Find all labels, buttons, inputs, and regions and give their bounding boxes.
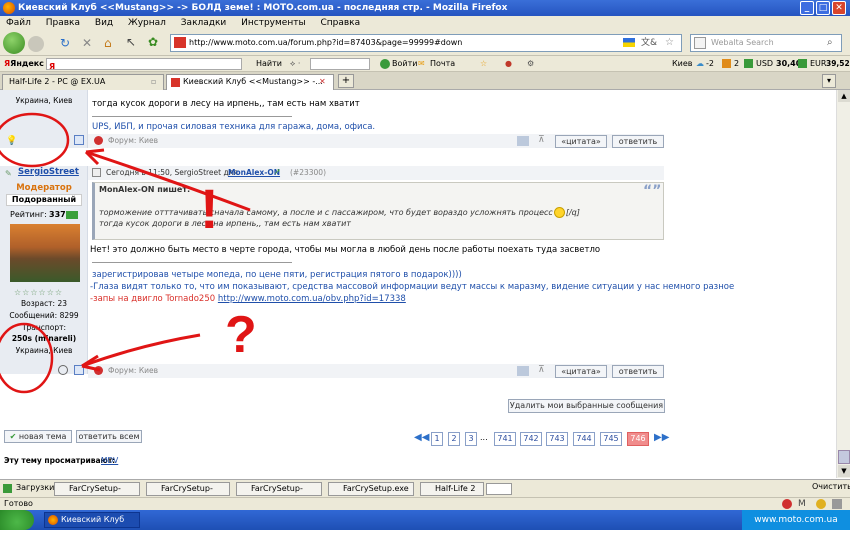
eur-rate: 39,52 bbox=[826, 59, 850, 68]
yandex-toolbar: ЯЯндекс Я Найти ⟡ · Войти ✉ Почта ☆ ● ⚙ … bbox=[0, 56, 850, 72]
downloads-bar: Загрузки FarCrySetup-1.bin FarCrySetup-3… bbox=[0, 479, 850, 505]
forecast-icon bbox=[722, 59, 731, 68]
mail-button[interactable]: Почта bbox=[430, 56, 455, 72]
usd-label: USD bbox=[756, 59, 774, 68]
taskbar: Киевский Клуб <<M... www.moto.com.ua bbox=[0, 510, 850, 538]
login-icon bbox=[380, 59, 390, 69]
navigation-toolbar: ↻ ✕ ⌂ ↖ ✿ http://www.moto.com.ua/forum.p… bbox=[0, 30, 850, 56]
page-content: Украина, Киев тогда кусок дороги в лесу … bbox=[0, 90, 836, 478]
url-text: http://www.moto.com.ua/forum.php?id=8740… bbox=[189, 38, 463, 47]
menu-history[interactable]: Журнал bbox=[128, 18, 166, 28]
temperature: -2 bbox=[706, 59, 714, 68]
start-button[interactable] bbox=[0, 510, 34, 530]
adblock-icon[interactable] bbox=[782, 499, 792, 509]
menu-help[interactable]: Справка bbox=[320, 18, 360, 28]
annotation-question: ? bbox=[225, 306, 257, 364]
status-text: Готово bbox=[4, 499, 33, 508]
login-button[interactable]: Войти bbox=[392, 56, 417, 72]
new-tab-button[interactable]: + bbox=[338, 74, 354, 88]
system-tray: www.moto.com.ua bbox=[742, 510, 850, 530]
download-item-3[interactable]: FarCrySetup-4.bin bbox=[236, 482, 322, 505]
download-item-5[interactable]: Half-Life 2 Set... bbox=[420, 482, 484, 505]
translate-icon[interactable]: 文& bbox=[641, 35, 657, 51]
settings-gear-icon[interactable]: ⚙ bbox=[527, 56, 534, 72]
yandex-tool-icon[interactable]: ⟡ · bbox=[290, 56, 300, 72]
annotation-circle-top bbox=[0, 112, 70, 168]
yandex-suggest-input[interactable] bbox=[310, 58, 370, 70]
tab-bar: Half-Life 2 - PC @ EX.UA ▫ Киевский Клуб… bbox=[0, 72, 850, 90]
vertical-scrollbar[interactable]: ▲ ▼ bbox=[836, 90, 850, 478]
menu-tools[interactable]: Инструменты bbox=[241, 18, 305, 28]
download-item-1[interactable]: FarCrySetup-1.bin bbox=[54, 482, 140, 505]
search-input[interactable]: Webalta Search ⌕ bbox=[690, 34, 842, 52]
usd-icon bbox=[744, 59, 753, 68]
download-progress bbox=[486, 483, 512, 495]
reload-icon[interactable]: ↻ bbox=[60, 36, 70, 50]
menu-file[interactable]: Файл bbox=[6, 18, 31, 28]
search-placeholder: Webalta Search bbox=[711, 38, 774, 47]
window-titlebar: Киевский Клуб <<Mustang>> -> БОЛД земе! … bbox=[0, 0, 850, 16]
search-icon[interactable]: ⌕ bbox=[827, 35, 833, 51]
downloads-clear-button[interactable]: Очистить bbox=[812, 482, 850, 491]
bookmark-star-icon[interactable]: ☆ bbox=[665, 35, 674, 51]
city-label: Киев bbox=[672, 59, 693, 68]
tab-favicon-icon bbox=[171, 78, 180, 87]
download-item-4[interactable]: FarCrySetup.exe bbox=[328, 482, 414, 496]
firefox-icon bbox=[3, 2, 15, 14]
eur-icon bbox=[798, 59, 807, 68]
firefox-task-icon bbox=[48, 515, 58, 525]
menu-edit[interactable]: Правка bbox=[46, 18, 80, 28]
maximize-button[interactable]: □ bbox=[816, 1, 830, 15]
close-button[interactable]: ✕ bbox=[832, 1, 846, 15]
annotation-exclaim: ! bbox=[200, 177, 219, 240]
menu-bookmarks[interactable]: Закладки bbox=[181, 18, 227, 28]
minimize-button[interactable]: _ bbox=[800, 1, 814, 15]
home-icon[interactable]: ⌂ bbox=[104, 36, 112, 50]
scrollbar-thumb[interactable] bbox=[838, 450, 850, 464]
download-item-2[interactable]: FarCrySetup-3.bin bbox=[146, 482, 230, 505]
menu-bar: Файл Правка Вид Журнал Закладки Инструме… bbox=[0, 16, 850, 30]
envelope-icon: ✉ bbox=[418, 59, 425, 68]
downloads-icon bbox=[3, 484, 12, 493]
tab-close-icon[interactable]: ✕ bbox=[319, 75, 326, 89]
addon-icon[interactable]: ✿ bbox=[148, 35, 158, 49]
yandex-logo[interactable]: ЯЯндекс bbox=[4, 56, 44, 72]
forecast-value: 2 bbox=[734, 59, 740, 68]
tab-kiev-club[interactable]: Киевский Клуб <<Mustang>> -... ✕ bbox=[166, 74, 334, 90]
weather-icon[interactable]: ● bbox=[505, 56, 512, 72]
tab-label: Half-Life 2 - PC @ EX.UA bbox=[9, 77, 106, 86]
url-bar[interactable]: http://www.moto.com.ua/forum.php?id=8740… bbox=[170, 34, 682, 52]
favorites-star-icon[interactable]: ☆ bbox=[480, 56, 487, 72]
status-bar: Готово M bbox=[0, 497, 850, 510]
annotation-circle-bottom bbox=[0, 322, 54, 394]
stop-icon[interactable]: ✕ bbox=[82, 36, 92, 50]
taskbar-firefox-window[interactable]: Киевский Клуб <<M... bbox=[44, 512, 140, 538]
annotation-overlay: ! ? bbox=[0, 112, 257, 394]
forward-button[interactable] bbox=[28, 36, 44, 52]
scroll-down-icon[interactable]: ▼ bbox=[838, 465, 850, 477]
ukraine-flag-icon bbox=[623, 38, 635, 47]
scroll-up-icon[interactable]: ▲ bbox=[838, 90, 850, 102]
annotation-arrow-bottom bbox=[81, 333, 201, 368]
resize-grip-icon[interactable] bbox=[832, 499, 842, 509]
tab-half-life[interactable]: Half-Life 2 - PC @ EX.UA ▫ bbox=[2, 74, 164, 90]
cloud-icon: ☁ bbox=[696, 59, 704, 68]
yandex-search-input[interactable]: Я bbox=[46, 58, 242, 71]
annotation-arrow-top bbox=[85, 150, 251, 212]
yandex-find-button[interactable]: Найти bbox=[256, 56, 282, 72]
menu-view[interactable]: Вид bbox=[95, 18, 113, 28]
window-title: Киевский Клуб <<Mustang>> -> БОЛД земе! … bbox=[18, 3, 508, 13]
addon-status-icon[interactable] bbox=[816, 499, 826, 509]
cursor-icon[interactable]: ↖ bbox=[126, 35, 136, 49]
search-engine-icon[interactable] bbox=[694, 37, 706, 49]
site-favicon-icon bbox=[174, 37, 186, 48]
mail-icon[interactable]: M bbox=[798, 498, 806, 510]
tab-close-icon[interactable]: ▫ bbox=[151, 75, 156, 89]
back-button[interactable] bbox=[3, 32, 25, 54]
tab-label: Киевский Клуб <<Mustang>> -... bbox=[183, 77, 323, 86]
tab-list-button[interactable]: ▾ bbox=[822, 74, 836, 88]
eur-label: EUR bbox=[810, 59, 827, 68]
